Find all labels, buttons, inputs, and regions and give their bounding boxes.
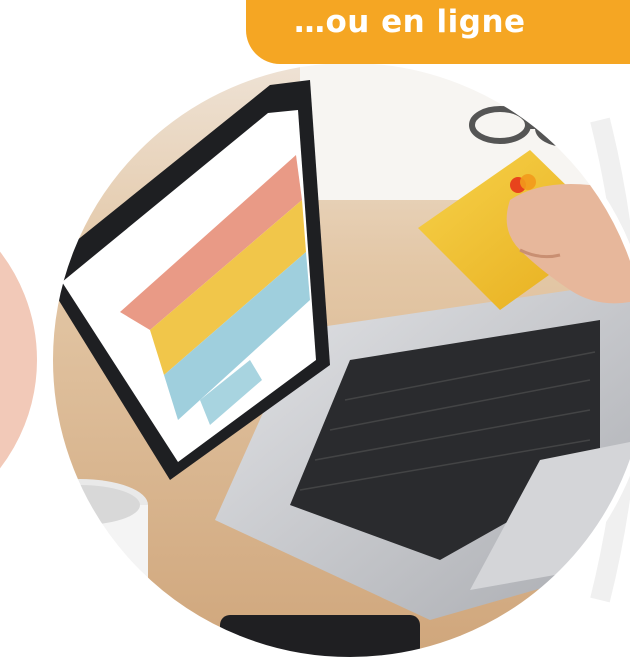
banner-title: …ou en ligne	[294, 4, 526, 40]
photo-scene	[0, 57, 630, 663]
banner: …ou en ligne	[246, 0, 630, 64]
main-photo	[50, 60, 630, 660]
coffee-mug	[50, 479, 148, 625]
